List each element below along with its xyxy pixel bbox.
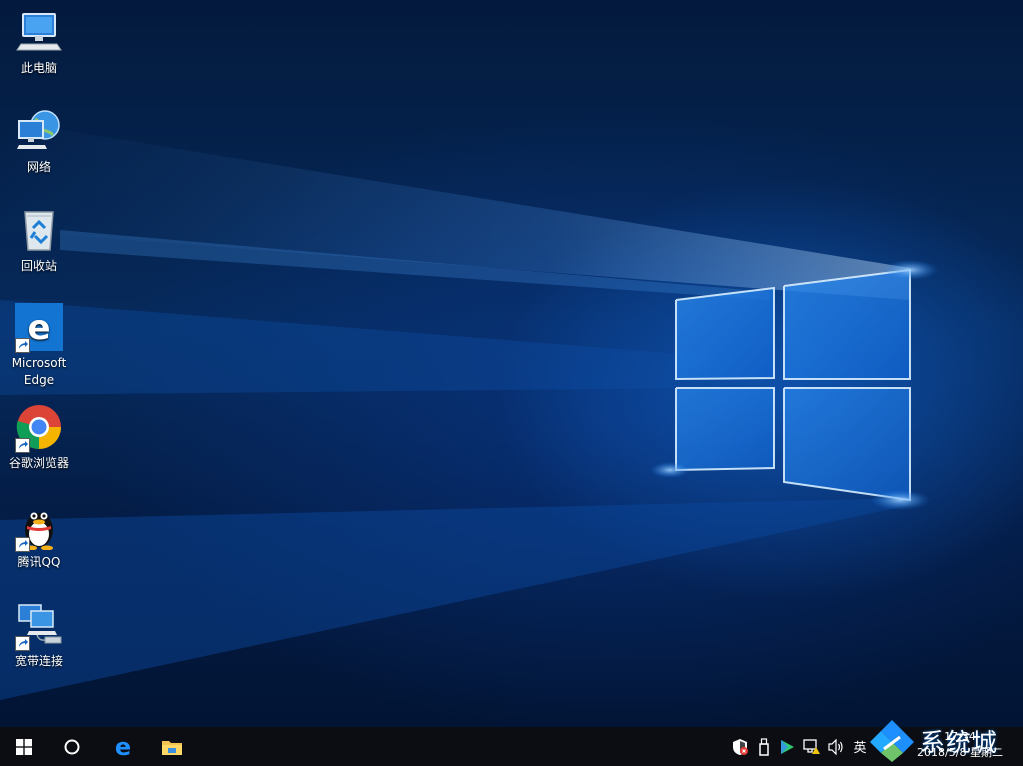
network-icon <box>15 107 63 155</box>
security-shield-icon <box>733 738 748 755</box>
desktop-icon-network[interactable]: 网络 <box>1 107 77 176</box>
desktop-icon-edge[interactable]: e Microsoft Edge <box>1 303 77 389</box>
usb-device-icon <box>759 737 769 756</box>
tray-usb-button[interactable] <box>754 727 774 766</box>
network-warning-icon <box>803 738 820 754</box>
svg-text:e: e <box>115 735 131 759</box>
desktop-icon-label: Microsoft Edge <box>11 356 67 387</box>
desktop-icon-label: 腾讯QQ <box>17 555 61 569</box>
diamond-logo-icon <box>870 720 914 762</box>
taskbar-edge-button[interactable]: e <box>99 727 147 766</box>
tray-network-button[interactable] <box>801 727 823 766</box>
tray-security-icon-button[interactable] <box>730 727 750 766</box>
broadband-icon <box>15 601 63 651</box>
windows-10-wallpaper <box>0 120 938 700</box>
cortana-search-button[interactable] <box>48 727 96 766</box>
edge-icon: e <box>15 303 63 353</box>
windows-start-icon <box>16 738 32 755</box>
desktop-icon-chrome[interactable]: 谷歌浏览器 <box>1 403 77 472</box>
qq-icon <box>15 502 63 552</box>
shortcut-arrow-icon <box>15 338 30 353</box>
ime-indicator[interactable]: 英 <box>850 727 870 766</box>
desktop-icon-label: 谷歌浏览器 <box>8 456 69 470</box>
clock-date: 2018/5/8 星期二 <box>917 746 1003 759</box>
shortcut-arrow-icon <box>15 537 30 552</box>
desktop-icon-label: 回收站 <box>20 259 57 273</box>
desktop-icon-broadband[interactable]: 宽带连接 <box>1 601 77 670</box>
desktop-icon-this-pc[interactable]: 此电脑 <box>1 8 77 77</box>
chrome-icon <box>15 403 63 453</box>
desktop-icon-label: 宽带连接 <box>14 654 63 668</box>
desktop-icon-label: 此电脑 <box>20 61 57 75</box>
desktop-icon-recycle-bin[interactable]: 回收站 <box>1 206 77 275</box>
clock-time: 17:34 <box>944 730 976 743</box>
edge-icon: e <box>115 735 131 759</box>
shortcut-arrow-icon <box>15 438 30 453</box>
tray-media-player-button[interactable] <box>777 727 797 766</box>
cortana-search-icon <box>64 739 80 754</box>
recycle-bin-icon <box>15 206 63 254</box>
shortcut-arrow-icon <box>15 636 30 651</box>
desktop-icon-qq[interactable]: 腾讯QQ <box>1 502 77 571</box>
desktop-icon-label: 网络 <box>26 160 51 174</box>
computer-icon <box>15 8 63 56</box>
tray-volume-button[interactable] <box>826 727 848 766</box>
taskbar-file-explorer-button[interactable] <box>148 727 196 766</box>
media-player-icon <box>781 739 794 754</box>
desktop: 此电脑 网络 回收站 e Microsoft Edge 谷歌浏览器 腾讯QQ 宽… <box>0 0 1023 727</box>
file-explorer-icon <box>162 740 182 755</box>
svg-text:e: e <box>27 308 50 348</box>
start-button[interactable] <box>0 727 48 766</box>
volume-icon <box>828 738 843 755</box>
taskbar-clock[interactable]: 17:34 2018/5/8 星期二 <box>912 729 1008 761</box>
